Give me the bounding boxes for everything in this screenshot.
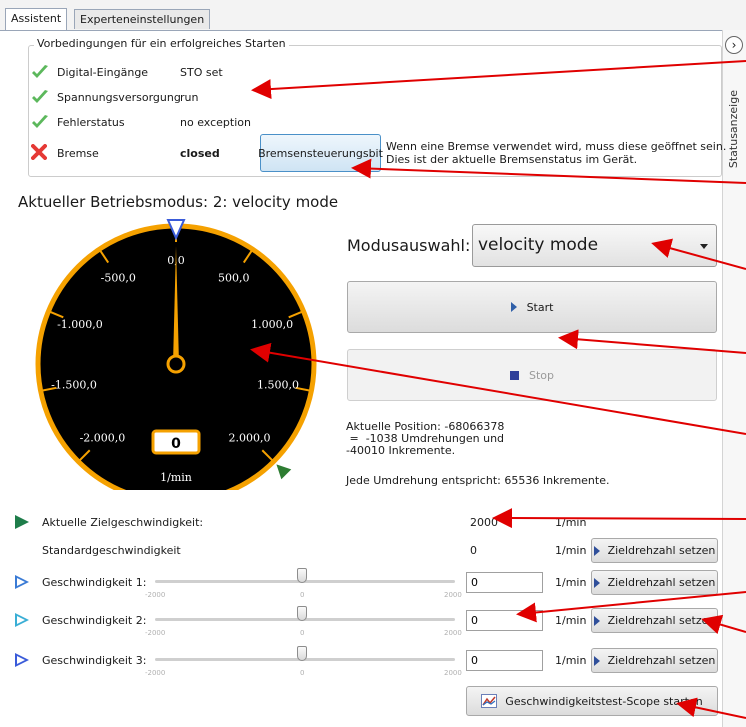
gauge-tick-label: 1.000,0 [251, 318, 293, 331]
speed3-input[interactable] [466, 650, 543, 671]
slider-tick-min: -2000 [145, 629, 166, 637]
start-button[interactable]: Start [347, 281, 717, 333]
speed2-unit: 1/min [555, 614, 587, 627]
speed2-label: Geschwindigkeit 2: [42, 614, 147, 627]
position-line3: -40010 Inkremente. [346, 444, 456, 457]
play-icon [593, 577, 600, 588]
speed1-icon [15, 575, 29, 589]
gauge-tick-label: -500,0 [101, 272, 136, 285]
speed-gauge: 0,0500,01.000,01.500,02.000,0-500,0-1.00… [35, 219, 317, 490]
annotation-arrow [492, 508, 746, 529]
slider-tick-min: -2000 [145, 669, 166, 677]
play-icon [593, 655, 600, 666]
target-speed-value: 2000 [470, 516, 498, 529]
brake-hint-line2: Dies ist der aktuelle Bremsenstatus im G… [386, 153, 638, 166]
precondition-label-brake: Bremse [57, 147, 99, 160]
speed3-icon [15, 653, 29, 667]
status-sidebar[interactable]: › Statusanzeige [722, 30, 746, 727]
gauge-tick-label: -2.000,0 [80, 432, 126, 445]
expand-sidebar-button[interactable]: › [725, 36, 743, 54]
gauge-tick-label: -1.500,0 [51, 378, 97, 391]
play-icon [593, 615, 600, 626]
tab-assistent[interactable]: Assistent [5, 8, 68, 30]
speed1-slider-thumb[interactable] [297, 568, 307, 583]
precondition-label-voltage: Spannungsversorgung [57, 91, 181, 104]
position-line4: Jede Umdrehung entspricht: 65536 Inkreme… [346, 474, 610, 487]
speed1-input[interactable] [466, 572, 543, 593]
set-target-speed-button-standard[interactable]: Zieldrehzahl setzen [591, 538, 718, 563]
slider-tick-mid: 0 [300, 591, 305, 599]
slider-tick-min: -2000 [145, 591, 166, 599]
button-label: Zieldrehzahl setzen [607, 544, 716, 557]
gauge-unit: 1/min [160, 471, 192, 484]
start-scope-button[interactable]: Geschwindigkeitstest-Scope starten [466, 686, 718, 716]
mode-heading: Aktueller Betriebsmodus: 2: velocity mod… [18, 193, 339, 211]
standard-speed-value: 0 [470, 544, 477, 557]
check-icon [32, 90, 48, 103]
speed3-label: Geschwindigkeit 3: [42, 654, 147, 667]
mode-select[interactable]: velocity mode [472, 224, 717, 267]
slider-tick-max: 2000 [444, 629, 462, 637]
button-label: Zieldrehzahl setzen [607, 654, 716, 667]
cross-icon [31, 144, 47, 160]
target-speed-unit: 1/min [555, 516, 587, 529]
start-button-label: Start [526, 300, 554, 314]
stop-button[interactable]: Stop [347, 349, 717, 401]
play-icon [593, 545, 600, 556]
precondition-value-digital: STO set [180, 66, 223, 79]
precondition-label-digital: Digital-Eingänge [57, 66, 149, 79]
speed2-icon [15, 613, 29, 627]
tab-bar: Assistent Experteneinstellungen [0, 0, 746, 31]
speed3-unit: 1/min [555, 654, 587, 667]
sidebar-label: Statusanzeige [727, 90, 740, 169]
set-target-speed-button-1[interactable]: Zieldrehzahl setzen [591, 570, 718, 595]
standard-speed-unit: 1/min [555, 544, 587, 557]
speed1-label: Geschwindigkeit 1: [42, 576, 147, 589]
gauge-tick-label: 2.000,0 [229, 432, 271, 445]
slider-tick-mid: 0 [300, 629, 305, 637]
chevron-down-icon [700, 244, 708, 249]
check-icon [32, 115, 48, 128]
target-speed-marker [276, 464, 292, 480]
speed2-slider-thumb[interactable] [297, 606, 307, 621]
mode-select-label: Modusauswahl: [347, 236, 471, 255]
gauge-tick-label: 1.500,0 [257, 378, 299, 391]
precondition-value-voltage: run [180, 91, 199, 104]
button-label: Zieldrehzahl setzen [607, 576, 716, 589]
brake-control-button[interactable]: Bremsensteuerungsbit [258, 134, 383, 172]
stop-icon [509, 370, 519, 380]
set-target-speed-button-3[interactable]: Zieldrehzahl setzen [591, 648, 718, 673]
tab-experteneinstellungen[interactable]: Experteneinstellungen [74, 9, 211, 29]
button-label: Zieldrehzahl setzen [607, 614, 716, 627]
chart-icon [481, 694, 498, 708]
slider-tick-mid: 0 [300, 669, 305, 677]
precondition-value-brake: closed [180, 147, 220, 160]
precondition-label-error: Fehlerstatus [57, 116, 125, 129]
start-scope-button-label: Geschwindigkeitstest-Scope starten [505, 694, 703, 708]
check-icon [32, 65, 48, 78]
mode-select-value: velocity mode [478, 235, 599, 255]
precondition-value-error: no exception [180, 116, 251, 129]
speed3-slider-thumb[interactable] [297, 646, 307, 661]
brake-hint-line1: Wenn eine Bremse verwendet wird, muss di… [386, 140, 727, 153]
gauge-tick-label: -1.000,0 [57, 318, 103, 331]
slider-tick-max: 2000 [444, 669, 462, 677]
preconditions-title: Vorbedingungen für ein erfolgreiches Sta… [34, 37, 289, 50]
target-speed-label: Aktuelle Zielgeschwindigkeit: [42, 516, 204, 529]
slider-tick-max: 2000 [444, 591, 462, 599]
speed1-unit: 1/min [555, 576, 587, 589]
gauge-tick-label: 500,0 [218, 272, 250, 285]
stop-button-label: Stop [528, 368, 554, 382]
set-target-speed-button-2[interactable]: Zieldrehzahl setzen [591, 608, 718, 633]
gauge-hub [166, 354, 186, 374]
play-icon [510, 302, 517, 312]
target-speed-icon [15, 515, 29, 529]
standard-speed-label: Standardgeschwindigkeit [42, 544, 181, 557]
gauge-value: 0 [171, 436, 181, 452]
speed2-input[interactable] [466, 610, 543, 631]
